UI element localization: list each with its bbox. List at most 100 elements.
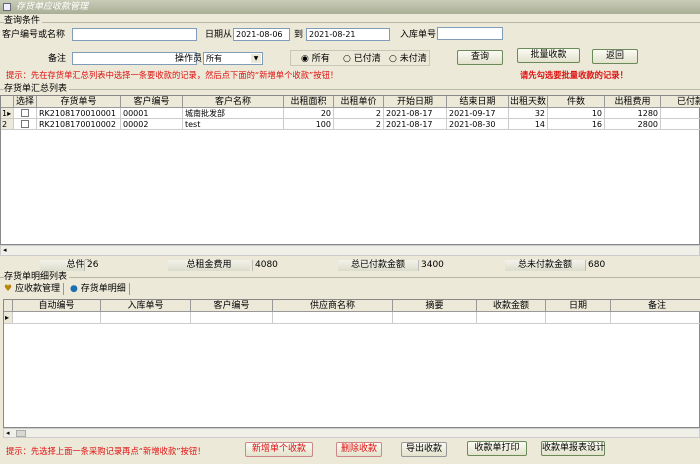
total-unpaid-value: 680: [585, 260, 700, 271]
table-cell[interactable]: [101, 312, 191, 324]
table-cell: 32: [509, 108, 548, 119]
total-paid-label: 总已付款金额: [338, 260, 418, 271]
window-icon: [3, 3, 11, 11]
column-header[interactable]: 出租费用: [605, 96, 661, 108]
column-header[interactable]: 客户编号: [121, 96, 183, 108]
export-collection-button[interactable]: 导出收款: [401, 442, 447, 457]
row-indicator[interactable]: 1▸: [1, 108, 14, 119]
radio-unpaid[interactable]: ○ 未付清: [389, 53, 427, 65]
column-header[interactable]: 自动编号: [13, 300, 101, 312]
summary-grid[interactable]: 选择 存货单号 客户编号 客户名称 出租面积 出租单价 开始日期 结束日期 出租天数 件数 出租费用…: [0, 95, 700, 245]
radio-all[interactable]: ◉ 所有: [301, 53, 330, 65]
radio-all-label: 所有: [311, 54, 330, 64]
operator-value: 所有: [206, 54, 222, 63]
tab-receivables[interactable]: ♥ 应收款管理: [4, 283, 64, 295]
table-cell[interactable]: [393, 312, 477, 324]
tab-receivables-label: 应收款管理: [14, 284, 60, 294]
summary-horizontal-scrollbar[interactable]: ◂: [0, 245, 700, 256]
column-header[interactable]: 开始日期: [384, 96, 447, 108]
delete-collection-button[interactable]: 删除收款: [336, 442, 382, 457]
column-header[interactable]: 客户编号: [191, 300, 273, 312]
receivables-icon: ♥: [4, 284, 13, 294]
back-button[interactable]: 返回: [592, 49, 638, 64]
grid-corner: [4, 300, 13, 312]
table-cell[interactable]: [13, 312, 101, 324]
column-header[interactable]: 选择: [14, 96, 37, 108]
column-header[interactable]: 供应商名称: [273, 300, 393, 312]
scroll-thumb[interactable]: [16, 430, 26, 437]
select-checkbox[interactable]: [21, 120, 29, 128]
print-receipt-button[interactable]: 收款单打印: [467, 441, 527, 456]
detail-list-title: 存货单明细列表: [4, 271, 70, 283]
table-cell: 1280: [605, 108, 661, 119]
table-cell: 00002: [121, 119, 183, 130]
chevron-down-icon[interactable]: ▼: [251, 54, 261, 63]
date-to-input[interactable]: 2021-08-21: [306, 28, 390, 41]
table-cell: 2: [334, 108, 384, 119]
batch-collect-button[interactable]: 批量收款: [517, 48, 580, 63]
table-cell: test: [183, 119, 284, 130]
table-cell[interactable]: [273, 312, 393, 324]
operator-select[interactable]: 所有 ▼: [203, 52, 263, 65]
table-cell[interactable]: [477, 312, 546, 324]
column-header[interactable]: 件数: [548, 96, 605, 108]
table-cell: 00001: [121, 108, 183, 119]
radio-paid-label: 已付清: [353, 54, 381, 64]
tab-inventory-detail[interactable]: ● 存货单明细: [70, 283, 130, 295]
detail-grid[interactable]: 自动编号 入库单号 客户编号 供应商名称 摘要 收款金额 日期 备注 ▸: [3, 299, 700, 428]
row-indicator[interactable]: ▸: [4, 312, 13, 324]
query-group-title: 查询条件: [4, 15, 43, 27]
date-from-input[interactable]: 2021-08-06: [233, 28, 290, 41]
column-header[interactable]: 已付款: [661, 96, 700, 108]
column-header[interactable]: 出租天数: [509, 96, 548, 108]
add-single-collection-button[interactable]: 新增单个收款: [245, 442, 313, 457]
table-cell: 16: [548, 119, 605, 130]
status-radio-group: ◉ 所有 ○ 已付清 ○ 未付清: [290, 50, 430, 66]
table-cell: RK2108170010002: [37, 119, 121, 130]
table-cell[interactable]: [546, 312, 611, 324]
tab-inventory-detail-label: 存货单明细: [80, 284, 126, 294]
column-header[interactable]: 结束日期: [447, 96, 509, 108]
column-header[interactable]: 入库单号: [101, 300, 191, 312]
select-checkbox-cell[interactable]: [14, 119, 37, 130]
table-cell: 2021-09-17: [447, 108, 509, 119]
table-cell[interactable]: [611, 312, 700, 324]
inbound-input[interactable]: [437, 27, 503, 40]
batch-hint: 请先勾选要批量收款的记录！: [520, 70, 628, 80]
total-rent-value: 4080: [252, 260, 338, 271]
column-header[interactable]: 存货单号: [37, 96, 121, 108]
date-from-label: 日期从: [205, 30, 233, 40]
row-indicator[interactable]: 2: [1, 119, 14, 130]
table-cell: 10: [548, 108, 605, 119]
receipt-report-design-button[interactable]: 收款单报表设计: [541, 441, 605, 456]
remark-label: 备注: [48, 54, 67, 64]
total-unpaid-label: 总未付款金额: [505, 260, 585, 271]
table-cell: 6: [661, 108, 700, 119]
table-cell[interactable]: [191, 312, 273, 324]
select-checkbox-cell[interactable]: [14, 108, 37, 119]
scroll-left-icon[interactable]: ◂: [6, 429, 10, 437]
date-to-label: 到: [294, 30, 304, 40]
column-header[interactable]: 出租面积: [284, 96, 334, 108]
column-header[interactable]: 客户名称: [183, 96, 284, 108]
column-header[interactable]: 摘要: [393, 300, 477, 312]
total-count-value: 26: [84, 260, 172, 271]
table-cell: 20: [284, 108, 334, 119]
globe-icon: ●: [70, 284, 78, 294]
scroll-left-icon[interactable]: ◂: [3, 246, 7, 254]
radio-paid[interactable]: ○ 已付清: [343, 53, 381, 65]
column-header[interactable]: 备注: [611, 300, 700, 312]
customer-input[interactable]: [72, 28, 197, 41]
column-header[interactable]: 出租单价: [334, 96, 384, 108]
inbound-label: 入库单号: [400, 30, 437, 40]
table-cell: 100: [284, 119, 334, 130]
select-checkbox[interactable]: [21, 109, 29, 117]
column-header[interactable]: 收款金额: [477, 300, 546, 312]
column-header[interactable]: 日期: [546, 300, 611, 312]
search-button[interactable]: 查询: [457, 50, 503, 65]
table-cell: 2021-08-17: [384, 108, 447, 119]
query-hint: 提示：先在存货单汇总列表中选择一条要收款的记录，然后点下面的“新增单个收款”按钮…: [6, 70, 339, 80]
operator-label: 操作员: [175, 54, 203, 64]
summary-list-title: 存货单汇总列表: [4, 83, 70, 95]
detail-horizontal-scrollbar[interactable]: ◂: [3, 428, 700, 438]
